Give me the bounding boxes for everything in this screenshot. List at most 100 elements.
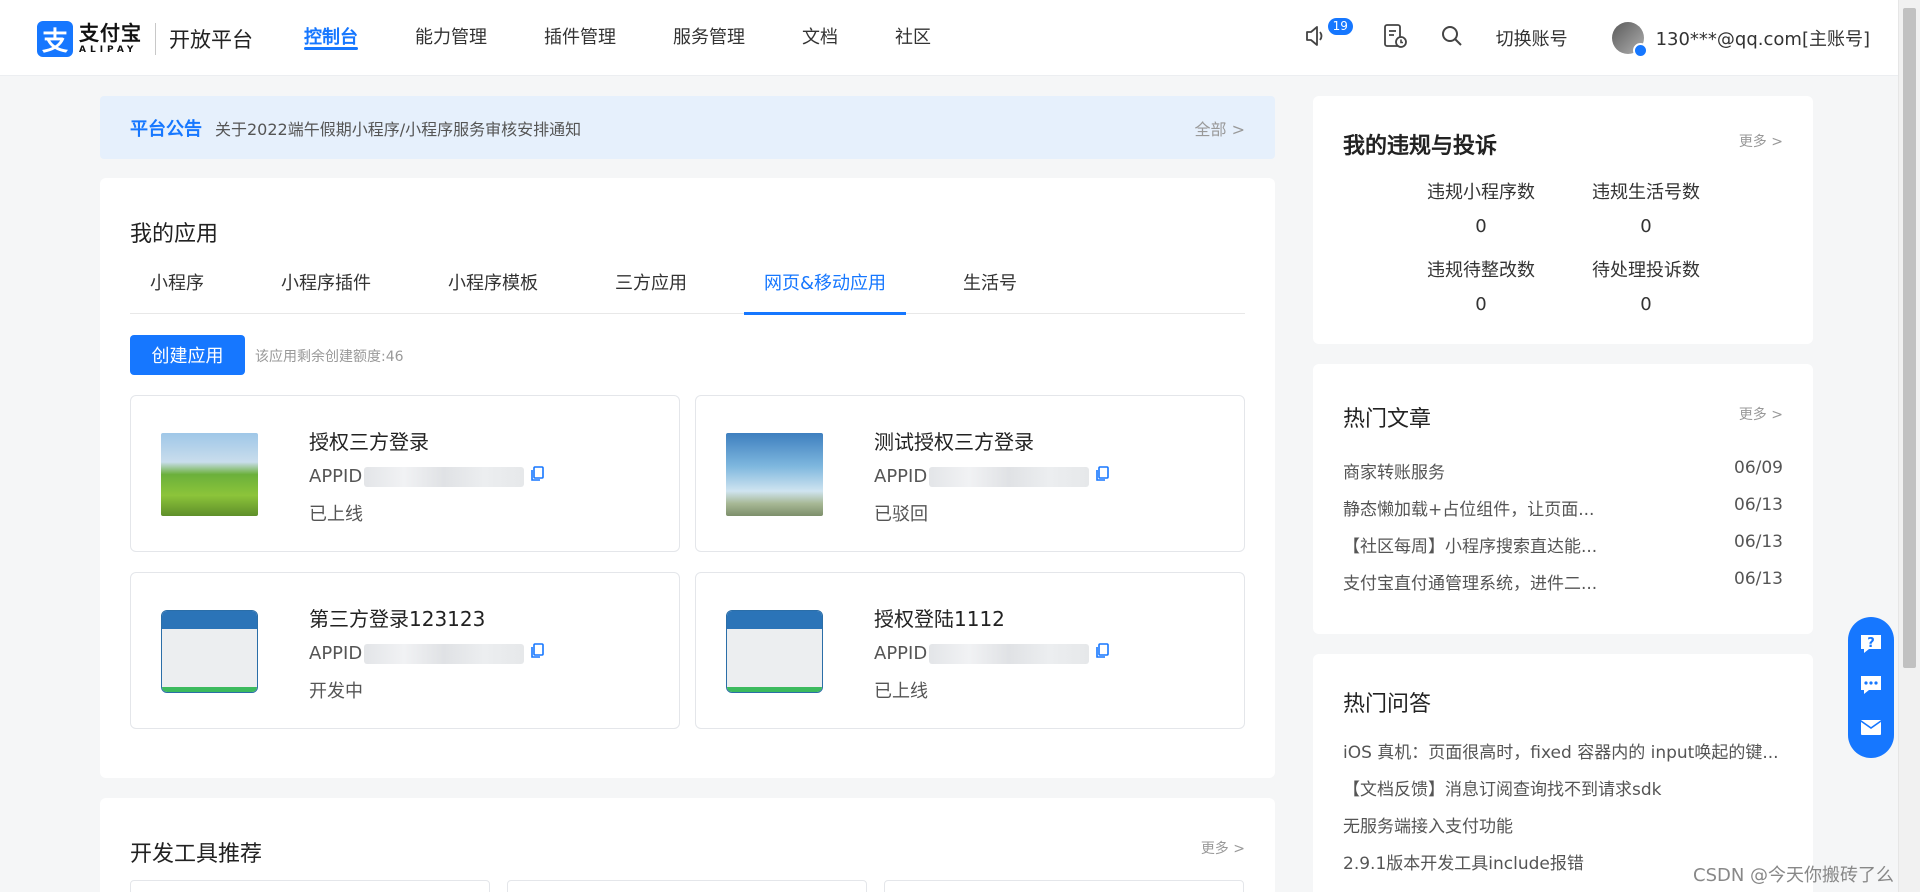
scrollbar-thumb[interactable] [1903,8,1916,668]
tool-item[interactable] [507,880,867,892]
app-name: 第三方登录123123 [309,607,486,631]
hot-faq-card: 热门问答 iOS 真机：页面很高时，fixed 容器内的 input唤起的键..… [1313,654,1813,892]
tool-item[interactable] [130,880,490,892]
hot-articles-card: 热门文章 更多 > 商家转账服务 06/09 静态懒加载+占位组件，让页面... 0… [1313,364,1813,634]
stat-value: 0 [1640,294,1652,315]
stat-violated-life-accounts[interactable]: 违规生活号数 0 [1571,178,1721,237]
platform-name: 开放平台 [169,28,253,52]
copy-icon[interactable] [530,466,545,487]
article-date: 06/09 [1734,458,1783,478]
alipay-logo-icon: 支 [37,21,73,57]
notice-all-link[interactable]: 全部 > [1195,116,1246,140]
chat-icon [1858,672,1884,702]
article-title: 支付宝直付通管理系统，进件二... [1343,574,1598,594]
article-item[interactable]: 【社区每周】小程序搜索直达能... 06/13 [1343,532,1783,557]
search-button[interactable] [1440,24,1464,52]
mail-icon [1858,714,1884,744]
article-date: 06/13 [1734,495,1783,515]
avatar[interactable] [1611,22,1648,58]
tab-mini-program-template[interactable]: 小程序模板 [428,262,558,314]
notice-text[interactable]: 关于2022端午假期小程序/小程序服务审核安排通知 [215,116,1195,140]
appid-value-redacted [929,643,1090,664]
violations-title: 我的违规与投诉 [1343,134,1498,159]
app-thumbnail [161,610,258,693]
stat-value: 0 [1475,294,1487,315]
appid-value-redacted [929,466,1090,487]
platform-notice: 平台公告 关于2022端午假期小程序/小程序服务审核安排通知 全部 > [100,96,1275,159]
thumb-bottom-bar [162,687,257,692]
appid-label: APPID [874,643,928,664]
question-icon: ? [1858,631,1884,661]
app-status: 已上线 [874,681,928,702]
article-item[interactable]: 静态懒加载+占位组件，让页面... 06/13 [1343,495,1783,520]
copy-icon[interactable] [1095,466,1110,487]
stat-violated-mini-programs[interactable]: 违规小程序数 0 [1406,178,1556,237]
nav-capability[interactable]: 能力管理 [415,0,487,76]
stat-pending-rectification[interactable]: 违规待整改数 0 [1406,256,1556,315]
tab-mini-program-plugin[interactable]: 小程序插件 [261,262,391,314]
app-card[interactable]: 授权三方登录 APPID 已上线 [130,395,680,552]
app-name: 授权三方登录 [309,430,429,454]
thumb-bottom-bar [727,687,822,692]
create-quota: 该应用剩余创建额度:46 [255,349,404,365]
app-id: APPID [309,466,545,487]
article-date: 06/13 [1734,532,1783,552]
tab-third-party-app[interactable]: 三方应用 [595,262,707,314]
app-card[interactable]: 测试授权三方登录 APPID 已驳回 [695,395,1245,552]
help-button[interactable]: ? [1856,631,1886,661]
top-navbar: 支 支付宝 ALIPAY 开放平台 控制台 能力管理 插件管理 服务管理 文档 … [0,0,1898,76]
app-card[interactable]: 第三方登录123123 APPID 开发中 [130,572,680,729]
appid-label: APPID [309,643,363,664]
stat-pending-complaints[interactable]: 待处理投诉数 0 [1571,256,1721,315]
speaker-icon [1304,25,1328,51]
faq-item[interactable]: iOS 真机：页面很高时，fixed 容器内的 input唤起的键... [1343,738,1783,763]
page-scrollbar[interactable] [1898,0,1920,892]
chat-button[interactable] [1856,672,1886,702]
copy-icon[interactable] [530,643,545,664]
svg-text:?: ? [1867,636,1875,651]
article-date: 06/13 [1734,569,1783,589]
article-title: 【社区每周】小程序搜索直达能... [1343,537,1598,557]
nav-services[interactable]: 服务管理 [673,0,745,76]
app-id: APPID [874,466,1110,487]
dev-tools-title: 开发工具推荐 [130,842,263,867]
tab-mini-program[interactable]: 小程序 [130,262,224,314]
app-card[interactable]: 授权登陆1112 APPID 已上线 [695,572,1245,729]
feedback-button[interactable] [1856,714,1886,744]
article-item[interactable]: 支付宝直付通管理系统，进件二... 06/13 [1343,569,1783,594]
nav-community[interactable]: 社区 [895,0,931,76]
apps-tabbar: 小程序 小程序插件 小程序模板 三方应用 网页&移动应用 生活号 [130,262,1245,315]
switch-account-link[interactable]: 切换账号 [1496,25,1568,51]
dev-tools-more-link[interactable]: 更多 > [1201,838,1245,858]
avatar-badge-icon [1632,43,1648,58]
nav-docs[interactable]: 文档 [802,0,838,76]
account-name[interactable]: 130***@qq.com[主账号] [1656,25,1870,51]
notification-button[interactable]: 19 [1304,18,1353,51]
stat-label: 违规生活号数 [1592,182,1700,203]
faq-item[interactable]: 【文档反馈】消息订阅查询找不到请求sdk [1343,775,1783,800]
hot-articles-more-link[interactable]: 更多 > [1739,404,1783,424]
article-item[interactable]: 商家转账服务 06/09 [1343,458,1783,483]
watermark: CSDN @今天你搬砖了么 [1693,865,1895,886]
tab-life-account[interactable]: 生活号 [943,262,1037,314]
thumb-titlebar [727,611,822,629]
alipay-logo[interactable]: 支 支付宝 ALIPAY 开放平台 [37,21,253,57]
violations-more-link[interactable]: 更多 > [1739,131,1783,151]
app-id: APPID [309,643,545,664]
article-title: 商家转账服务 [1343,463,1445,483]
stat-value: 0 [1640,216,1652,237]
header-tools: 19 切换账号 130***@qq.com[主账号] [1304,0,1898,76]
nav-console[interactable]: 控制台 [304,0,358,76]
app-thumbnail [161,433,258,516]
app-status: 已上线 [309,504,363,525]
copy-icon[interactable] [1095,643,1110,664]
task-button[interactable] [1382,23,1408,53]
faq-item[interactable]: 无服务端接入支付功能 [1343,812,1783,837]
logo-divider [155,23,156,55]
tab-web-mobile-app[interactable]: 网页&移动应用 [744,262,907,315]
nav-plugins[interactable]: 插件管理 [544,0,616,76]
create-app-button[interactable]: 创建应用 [130,335,245,375]
appid-label: APPID [874,466,928,487]
tool-item[interactable] [884,880,1244,892]
logo-text: 支付宝 ALIPAY [79,23,142,55]
